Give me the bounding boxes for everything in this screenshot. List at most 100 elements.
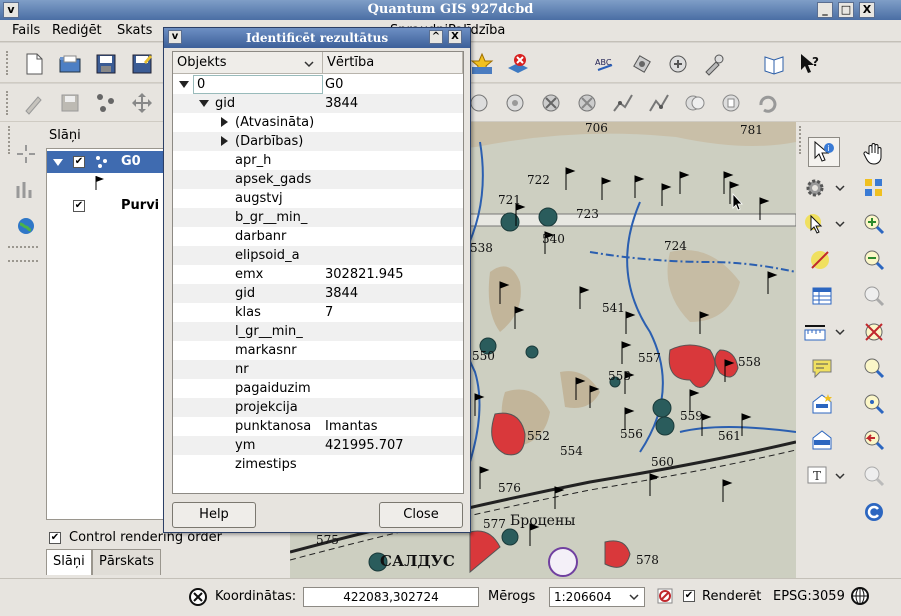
- split-feature-icon[interactable]: [575, 91, 599, 115]
- toolbar-grip[interactable]: [6, 51, 10, 75]
- delete-ring-icon[interactable]: [503, 91, 527, 115]
- coordinates-field[interactable]: 422083,302724: [303, 587, 479, 607]
- toggle-editing-icon[interactable]: [22, 91, 46, 115]
- zoom-to-selection-icon[interactable]: [862, 176, 886, 200]
- tree-row-attribute[interactable]: elipsoid_a: [173, 246, 463, 265]
- column-header-object[interactable]: Objekts: [173, 52, 323, 74]
- save-project-icon[interactable]: [94, 52, 118, 76]
- tab-overview[interactable]: Pārskats: [92, 549, 162, 575]
- menu-view[interactable]: Skats: [117, 23, 152, 38]
- tree-row-attribute[interactable]: punktanosa Imantas: [173, 417, 463, 436]
- zoom-next-icon[interactable]: [862, 464, 886, 488]
- chevron-down-icon[interactable]: [834, 219, 846, 229]
- maximize-button[interactable]: □: [838, 2, 854, 18]
- copy-features-icon[interactable]: [683, 91, 707, 115]
- measure-line-icon[interactable]: [803, 320, 827, 344]
- tree-row-attribute[interactable]: klas 7: [173, 303, 463, 322]
- chevron-down-icon[interactable]: [834, 327, 846, 337]
- tree-row-attribute[interactable]: pagaiduzim: [173, 379, 463, 398]
- tree-row-attribute[interactable]: nr: [173, 360, 463, 379]
- collapse-icon[interactable]: [221, 136, 228, 146]
- zoom-last-icon[interactable]: [862, 284, 886, 308]
- column-header-value[interactable]: Vērtība: [323, 52, 463, 74]
- settings-gear-icon[interactable]: [803, 176, 827, 200]
- collapse-icon[interactable]: [221, 117, 228, 127]
- save-edits-icon[interactable]: [58, 91, 82, 115]
- chevron-down-icon[interactable]: [834, 471, 846, 481]
- layer-item-g0[interactable]: ✔ G0: [47, 151, 169, 173]
- tools-icon[interactable]: [702, 52, 726, 76]
- tree-row-group[interactable]: (Darbības): [173, 132, 463, 151]
- toolbar-grip[interactable]: [799, 126, 803, 154]
- tree-row-attribute[interactable]: emx 302821.945: [173, 265, 463, 284]
- close-button[interactable]: Close: [379, 502, 463, 528]
- zoom-to-point-icon[interactable]: [862, 392, 886, 416]
- histogram-icon[interactable]: [14, 178, 38, 202]
- layer-item-purvi[interactable]: ✔ Purvi: [47, 195, 169, 217]
- select-features-icon[interactable]: [803, 212, 827, 236]
- deselect-icon[interactable]: [808, 248, 832, 272]
- tree-row-attribute[interactable]: darbanr: [173, 227, 463, 246]
- add-wms-layer-icon[interactable]: [470, 52, 494, 76]
- control-rendering-checkbox[interactable]: ✔: [49, 532, 61, 544]
- tree-row-attribute[interactable]: apsek_gads: [173, 170, 463, 189]
- attribute-table-icon[interactable]: [810, 284, 834, 308]
- new-project-icon[interactable]: [22, 52, 46, 76]
- plugin-manager-icon[interactable]: [630, 52, 654, 76]
- window-menu-button[interactable]: v: [3, 2, 19, 18]
- tree-row-attribute[interactable]: projekcija: [173, 398, 463, 417]
- minimize-button[interactable]: _: [817, 2, 833, 18]
- text-annotation-icon[interactable]: T: [805, 464, 829, 488]
- remove-layer-icon[interactable]: [506, 52, 530, 76]
- tree-row-attribute[interactable]: ym 421995.707: [173, 436, 463, 455]
- toolbar-grip[interactable]: [6, 91, 10, 115]
- tree-row-attribute[interactable]: b_gr__min_: [173, 208, 463, 227]
- identify-tool-active[interactable]: i: [808, 137, 840, 167]
- expand-icon[interactable]: [53, 159, 63, 166]
- whats-this-icon[interactable]: ?: [798, 52, 822, 76]
- tree-row-attribute[interactable]: apr_h: [173, 151, 463, 170]
- tree-row-attribute[interactable]: markasnr: [173, 341, 463, 360]
- spell-check-icon[interactable]: ABC: [594, 52, 618, 76]
- refresh-icon[interactable]: [862, 500, 886, 524]
- dialog-menu-button[interactable]: v: [168, 30, 182, 44]
- projection-globe-icon[interactable]: [850, 586, 870, 606]
- tree-row-group[interactable]: (Atvasināta): [173, 113, 463, 132]
- paste-features-icon[interactable]: [719, 91, 743, 115]
- tree-row-attribute[interactable]: gid 3844: [173, 284, 463, 303]
- panel-grip[interactable]: [8, 126, 12, 154]
- tree-row-attribute[interactable]: l_gr__min_: [173, 322, 463, 341]
- render-checkbox[interactable]: ✔: [683, 590, 695, 602]
- tree-row-attribute[interactable]: zimestips: [173, 455, 463, 474]
- crs-label[interactable]: EPSG:3059: [773, 589, 845, 604]
- home-bookmark-icon[interactable]: [810, 428, 834, 452]
- tree-row-root[interactable]: 0 G0: [173, 75, 463, 94]
- stop-rendering-icon[interactable]: [656, 587, 674, 605]
- zoom-out-icon[interactable]: [862, 248, 886, 272]
- move-vertex-icon[interactable]: [647, 91, 671, 115]
- zoom-full-icon[interactable]: [14, 142, 38, 166]
- dialog-minimize-button[interactable]: ^: [429, 30, 443, 44]
- help-contents-icon[interactable]: [762, 52, 786, 76]
- layer-visibility-checkbox[interactable]: ✔: [73, 200, 85, 212]
- zoom-previous-icon[interactable]: [862, 428, 886, 452]
- open-project-icon[interactable]: [58, 52, 82, 76]
- coordinate-capture-icon[interactable]: [188, 587, 208, 607]
- dialog-close-x-button[interactable]: X: [448, 30, 462, 44]
- menu-file[interactable]: Fails: [12, 23, 40, 38]
- globe-icon[interactable]: [14, 214, 38, 238]
- expand-icon[interactable]: [199, 100, 209, 107]
- move-feature-icon[interactable]: [130, 91, 154, 115]
- zoom-actual-size-icon[interactable]: [862, 356, 886, 380]
- close-window-button[interactable]: X: [859, 2, 875, 18]
- pan-icon[interactable]: [862, 142, 886, 166]
- scale-combobox[interactable]: 1:206604: [549, 587, 645, 607]
- chevron-down-icon[interactable]: [834, 183, 846, 193]
- help-button[interactable]: Help: [172, 502, 256, 528]
- tab-layers[interactable]: Slāņi: [46, 549, 92, 575]
- new-bookmark-icon[interactable]: [810, 392, 834, 416]
- delete-part-icon[interactable]: [539, 91, 563, 115]
- redo-icon[interactable]: [755, 91, 779, 115]
- tree-row-attribute[interactable]: augstvj: [173, 189, 463, 208]
- expand-icon[interactable]: [179, 81, 189, 88]
